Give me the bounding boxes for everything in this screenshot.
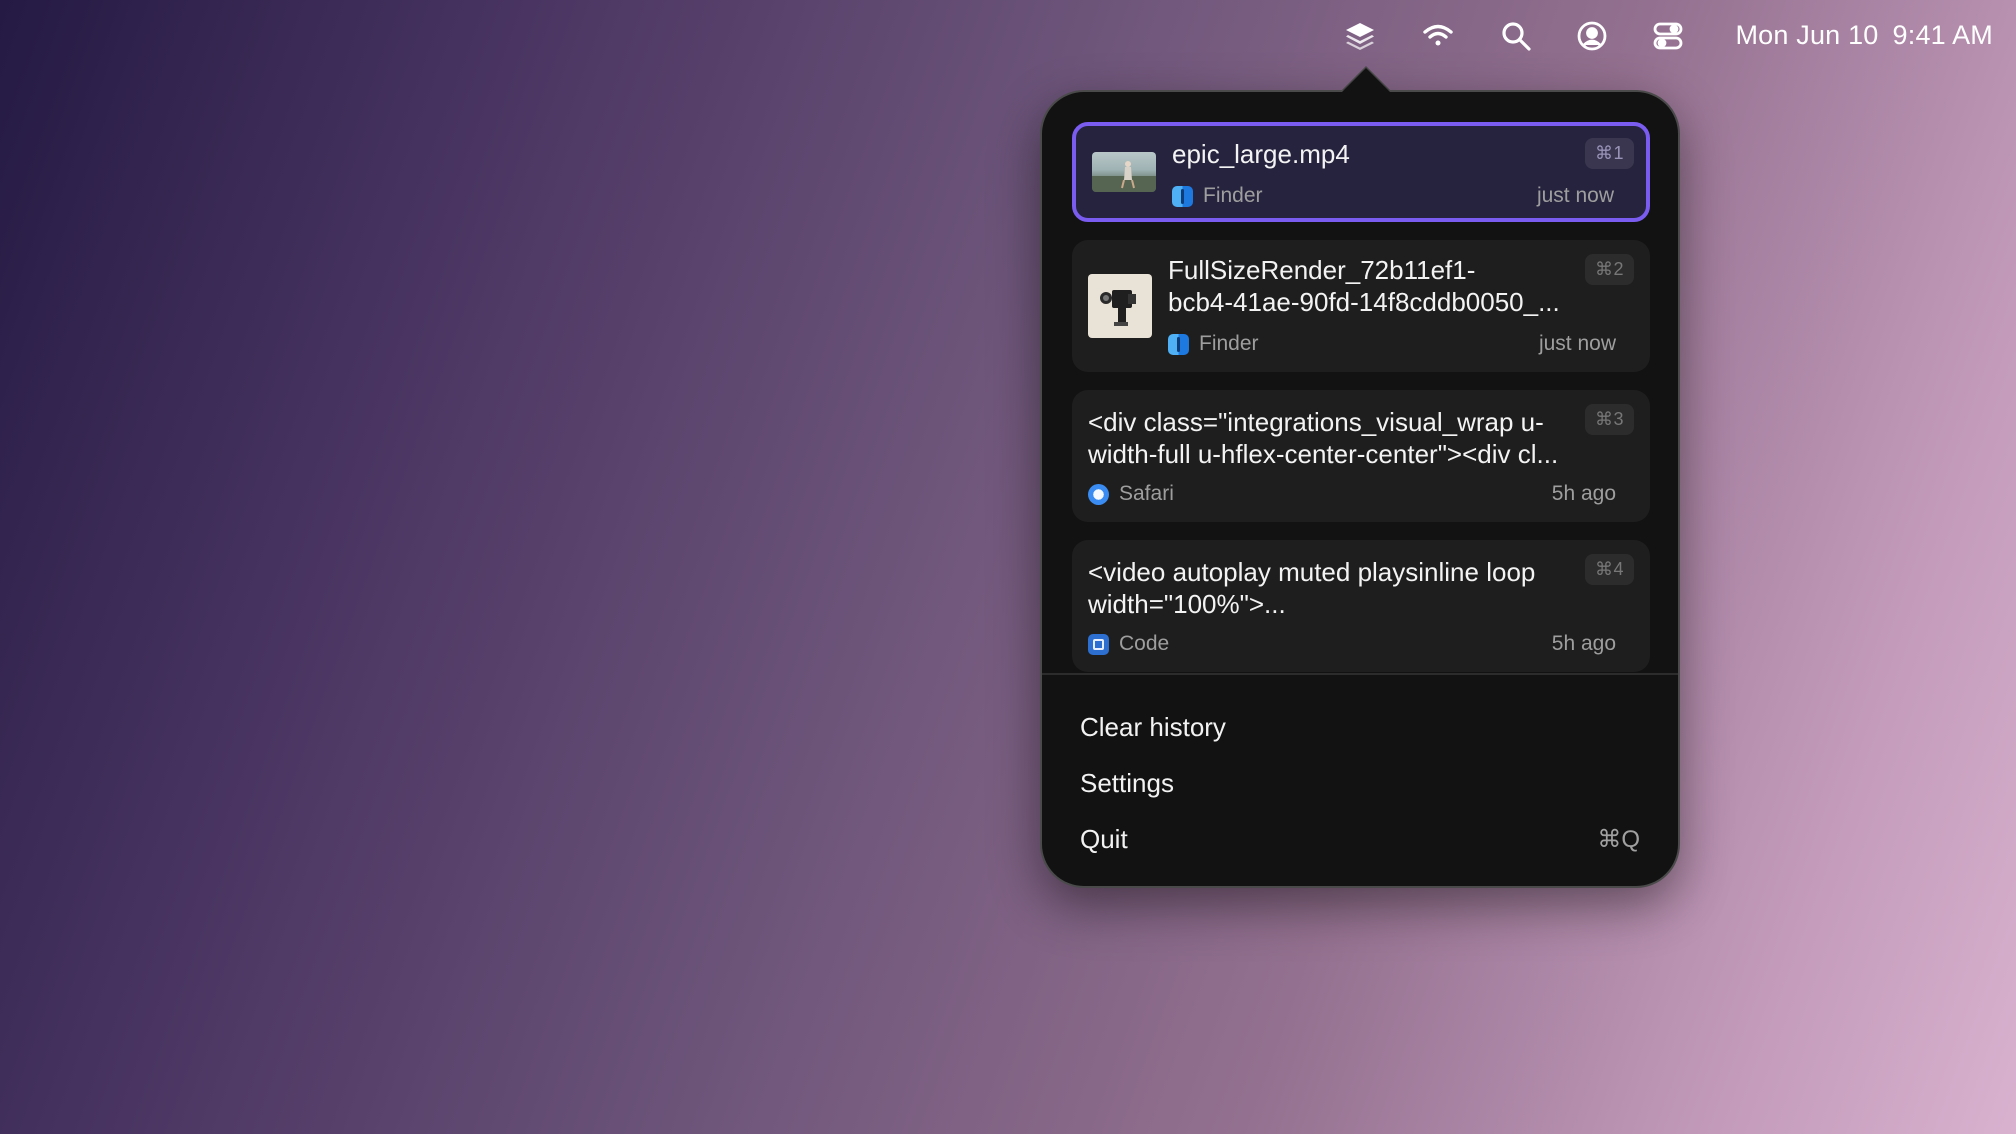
item-source: Finder — [1172, 184, 1263, 208]
item-source-label: Finder — [1203, 184, 1263, 207]
item-time: just now — [1536, 184, 1614, 207]
clear-history-menu-item[interactable]: Clear history — [1080, 712, 1226, 743]
image-thumbnail — [1088, 274, 1152, 338]
item-source-label: Safari — [1119, 482, 1174, 505]
finder-icon — [1168, 333, 1189, 355]
item-source: Safari — [1088, 482, 1174, 506]
clipboard-item[interactable]: <video autoplay muted playsinline loop w… — [1072, 540, 1650, 672]
item-shortcut: ⌘1 — [1584, 138, 1634, 169]
item-source-label: Finder — [1199, 332, 1259, 355]
item-time: 5h ago — [1551, 482, 1616, 505]
menu-bar-clock[interactable]: Mon Jun 10 9:41 AM — [1735, 20, 1993, 51]
quit-shortcut: ⌘Q — [1597, 826, 1640, 853]
item-source-label: Code — [1119, 632, 1170, 655]
item-title: <div class="integrations_visual_wrap u- … — [1088, 407, 1559, 469]
video-thumbnail — [1092, 152, 1156, 192]
menu-divider — [1042, 673, 1678, 675]
menu-bar: Mon Jun 10 9:41 AM — [0, 0, 2016, 72]
clipboard-popover: epic_large.mp4 Finder just now ⌘1 FullSi… — [1040, 90, 1680, 888]
clipboard-item[interactable]: FullSizeRender_72b11ef1- bcb4-41ae-90fd-… — [1072, 240, 1650, 372]
vscode-icon — [1088, 633, 1109, 655]
item-time: just now — [1538, 332, 1616, 355]
settings-menu-item[interactable]: Settings — [1080, 768, 1174, 799]
safari-icon — [1088, 483, 1109, 505]
search-icon[interactable] — [1498, 18, 1534, 54]
item-source: Code — [1088, 632, 1169, 656]
clipboard-item[interactable]: epic_large.mp4 Finder just now ⌘1 — [1072, 122, 1650, 222]
popover-arrow — [1342, 68, 1390, 92]
stack-app-icon[interactable] — [1342, 18, 1378, 54]
clock-date: Mon Jun 10 — [1735, 20, 1879, 50]
clock-time: 9:41 AM — [1892, 20, 1993, 50]
user-icon[interactable] — [1574, 18, 1610, 54]
quit-menu-item[interactable]: Quit — [1080, 824, 1128, 855]
item-time: 5h ago — [1551, 632, 1616, 655]
item-title: epic_large.mp4 — [1172, 139, 1350, 169]
control-center-icon[interactable] — [1650, 18, 1686, 54]
item-source: Finder — [1168, 332, 1259, 356]
item-shortcut: ⌘2 — [1584, 254, 1634, 285]
item-title: FullSizeRender_72b11ef1- bcb4-41ae-90fd-… — [1168, 255, 1560, 317]
item-shortcut: ⌘3 — [1584, 404, 1634, 435]
item-title: <video autoplay muted playsinline loop w… — [1088, 557, 1536, 619]
item-shortcut: ⌘4 — [1584, 554, 1634, 585]
finder-icon — [1172, 185, 1193, 207]
clipboard-history-list[interactable]: epic_large.mp4 Finder just now ⌘1 FullSi… — [1072, 122, 1650, 738]
clipboard-item[interactable]: <div class="integrations_visual_wrap u- … — [1072, 390, 1650, 522]
wifi-icon[interactable] — [1420, 18, 1456, 54]
